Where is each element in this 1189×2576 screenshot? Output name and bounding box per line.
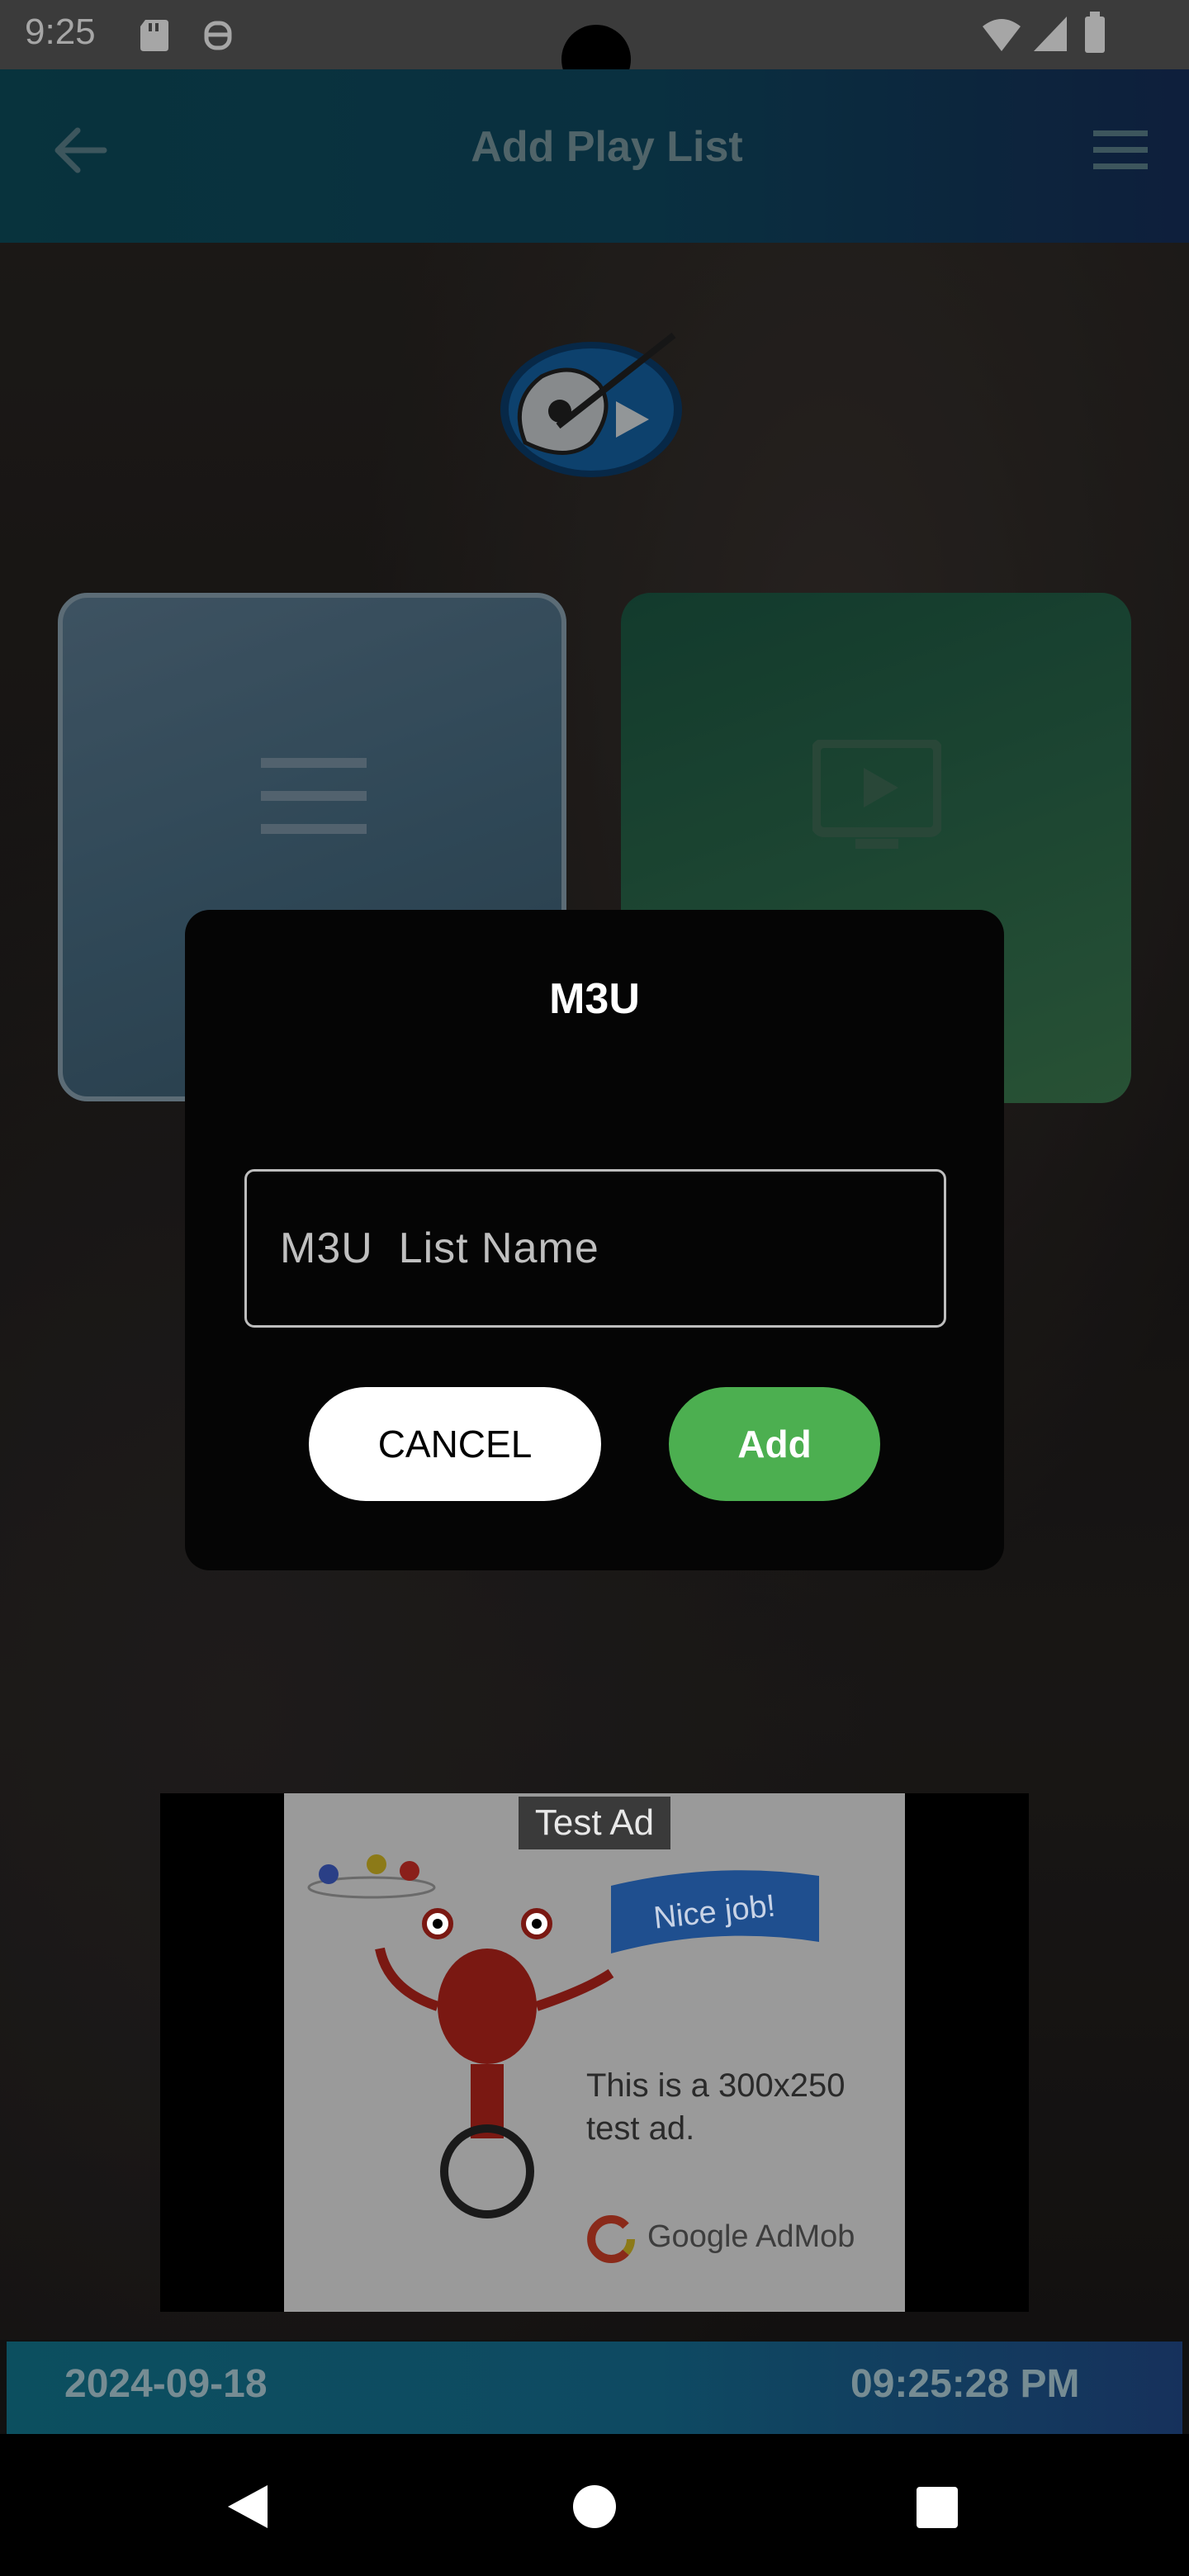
test-ad-badge: Test Ad (519, 1797, 670, 1849)
wifi-icon (983, 19, 1021, 51)
footer-date: 2024-09-18 (64, 2362, 268, 2406)
nice-job-banner: Nice job! (611, 1870, 819, 1953)
monster-mascot-icon (375, 1908, 614, 2218)
add-button[interactable]: Add (669, 1387, 880, 1501)
list-icon (261, 758, 367, 834)
admob-logo-icon (587, 2215, 636, 2263)
dialog-title: M3U (549, 975, 640, 1023)
nav-home-icon[interactable] (571, 2484, 618, 2530)
battery-icon (1085, 12, 1105, 53)
nav-back-icon[interactable] (223, 2482, 272, 2531)
juggling-balls-icon (307, 1854, 436, 1899)
footer-time: 09:25:28 PM (850, 2362, 1080, 2406)
cancel-button[interactable]: CANCEL (309, 1387, 601, 1501)
menu-icon[interactable] (1092, 129, 1149, 172)
app-logo (500, 332, 682, 477)
ad-body-text: This is a 300x250 test ad. (586, 2067, 846, 2147)
page-title: Add Play List (471, 123, 743, 171)
video-play-icon (812, 740, 941, 849)
cell-signal-icon (1034, 17, 1067, 51)
nav-recents-icon[interactable] (915, 2485, 959, 2530)
status-time: 9:25 (25, 12, 96, 52)
android-debug-icon (204, 21, 232, 50)
list-name-input[interactable] (244, 1169, 946, 1328)
ad-brand: Google AdMob (647, 2219, 855, 2254)
sd-card-icon (140, 20, 168, 51)
